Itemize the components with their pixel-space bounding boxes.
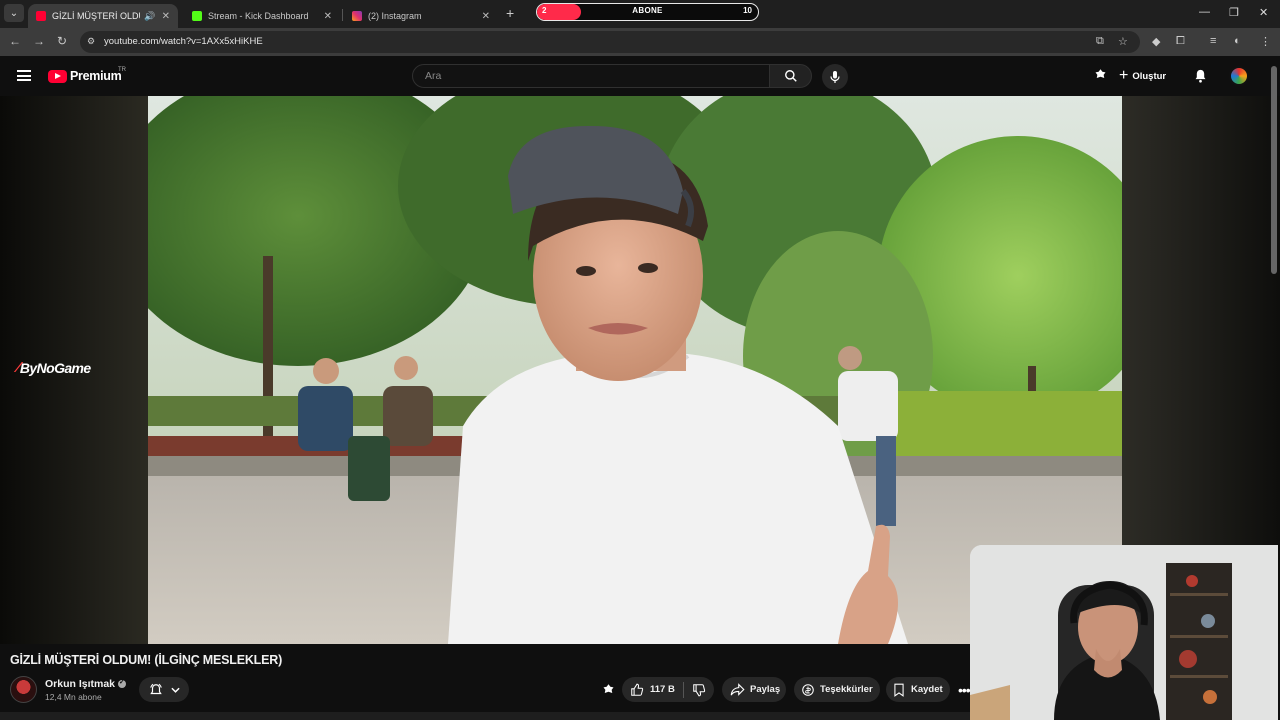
browser-menu-icon[interactable]: ⋮ [1260,35,1271,48]
media-controls-icon[interactable]: ≡ [1210,35,1216,47]
subscriber-goal-label: ABONE [632,6,663,15]
close-tab-icon[interactable]: ✕ [162,11,170,22]
instagram-favicon-icon [352,11,362,21]
microphone-icon [830,71,840,83]
guide-menu-icon[interactable] [17,70,31,81]
address-bar[interactable]: ⚙ youtube.com/watch?v=1AXx5xHiKHE ⧉ ☆ [80,31,1140,53]
country-code: TR [118,67,126,73]
like-thumb-up-icon[interactable] [630,683,644,697]
sponsor-heart-icon[interactable] [1093,68,1108,83]
voice-search-button[interactable] [822,64,848,90]
tab-search-button[interactable]: ⌄ [4,4,24,22]
search-button[interactable] [769,64,812,88]
close-tab-icon[interactable]: ✕ [482,11,490,22]
subscriber-goal-widget: 2 ABONE 10 [536,3,759,21]
tab-separator [342,9,343,21]
share-arrow-icon [730,683,745,696]
logo-text: Premium [70,69,122,83]
notification-bell-icon [149,683,162,694]
super-thanks-icon [802,683,814,696]
channel-avatar[interactable] [10,676,37,703]
channel-name[interactable]: Orkun Işıtmak [45,678,115,690]
like-count[interactable]: 117 B [650,684,675,695]
maximize-icon[interactable]: ❐ [1229,6,1239,19]
like-divider [682,681,684,698]
page-scrollbar[interactable] [1271,66,1277,274]
site-info-icon[interactable]: ⚙ [87,36,99,48]
share-button[interactable]: Paylaş [722,677,786,702]
search-field[interactable] [412,64,770,88]
account-avatar[interactable] [1229,66,1249,86]
speaker-icon[interactable]: 🔊 [144,11,155,22]
youtube-masthead: Premium TR + Oluştur [0,56,1280,96]
tab-title: GİZLİ MÜŞTERİ OLDUM! (İLG [52,11,140,21]
extension-icon[interactable]: ◆ [1152,35,1160,48]
tab-title: Stream - Kick Dashboard [208,11,309,21]
screen: ⌄ GİZLİ MÜŞTERİ OLDUM! (İLG 🔊 ✕ Stream -… [0,0,1280,720]
video-title: GİZLİ MÜŞTERİ OLDUM! (İLGİNÇ MESLEKLER) [10,653,283,667]
channel-name-row[interactable]: Orkun Işıtmak [45,678,127,690]
streamer-webcam-overlay [970,545,1278,720]
chevron-down-icon [170,687,180,693]
thanks-button[interactable]: Teşekkürler [794,677,880,702]
save-label: Kaydet [911,684,943,695]
close-tab-icon[interactable]: ✕ [324,11,332,22]
bynogame-mark-icon: ⁄ [17,359,19,376]
subscriber-goal-target: 10 [743,6,752,15]
create-label: Oluştur [1132,70,1167,82]
extensions-puzzle-icon[interactable]: ⧠ [1176,35,1185,48]
url-text[interactable]: youtube.com/watch?v=1AXx5xHiKHE [104,36,263,47]
dislike-thumb-down-icon[interactable] [692,683,706,697]
like-dislike-group: 117 B [622,677,714,702]
search-input[interactable] [413,65,769,87]
close-window-icon[interactable]: ✕ [1259,6,1268,19]
below-fold-strip [0,712,970,720]
notification-preferences-button[interactable] [139,677,189,702]
subscriber-count: 12,4 Mn abone [45,692,102,702]
search-icon [784,70,797,82]
more-actions-icon[interactable]: ••• [958,682,971,698]
sponsor-heart-icon[interactable] [601,683,616,698]
forward-icon[interactable]: → [33,34,45,48]
bookmark-star-icon[interactable]: ☆ [1118,35,1128,48]
tab-instagram[interactable]: (2) Instagram ✕ [344,4,498,28]
youtube-play-icon [48,69,67,83]
reload-icon[interactable]: ↻ [57,34,67,48]
sponsor-overlay-logo: ⁄ ByNoGame [17,359,91,376]
share-label: Paylaş [750,684,781,695]
browser-tab-strip: ⌄ GİZLİ MÜŞTERİ OLDUM! (İLG 🔊 ✕ Stream -… [0,0,1280,28]
kick-favicon-icon [192,11,202,21]
youtube-favicon-icon [36,11,46,21]
create-button[interactable]: + Oluştur [1119,65,1166,87]
browser-toolbar: ← → ↻ ⚙ youtube.com/watch?v=1AXx5xHiKHE … [0,28,1280,56]
youtube-logo[interactable]: Premium [48,69,122,83]
profile-icon[interactable]: ◐ [1234,35,1241,47]
verified-badge-icon [118,678,127,689]
tab-kick-dashboard[interactable]: Stream - Kick Dashboard ✕ [184,4,340,28]
bookmark-save-icon [894,683,904,697]
thanks-label: Teşekkürler [820,684,873,695]
sponsor-overlay-text: ByNoGame [19,359,91,376]
new-tab-button[interactable]: + [506,5,514,21]
back-icon[interactable]: ← [9,34,21,48]
save-button[interactable]: Kaydet [886,677,950,702]
notifications-bell-icon[interactable] [1193,68,1208,84]
minimize-icon[interactable]: — [1199,6,1210,18]
tab-title: (2) Instagram [368,11,422,21]
plus-icon: + [1119,67,1129,84]
tab-youtube[interactable]: GİZLİ MÜŞTERİ OLDUM! (İLG 🔊 ✕ [28,4,178,28]
webcam-frame [970,545,1278,720]
install-app-icon[interactable]: ⧉ [1096,35,1104,48]
